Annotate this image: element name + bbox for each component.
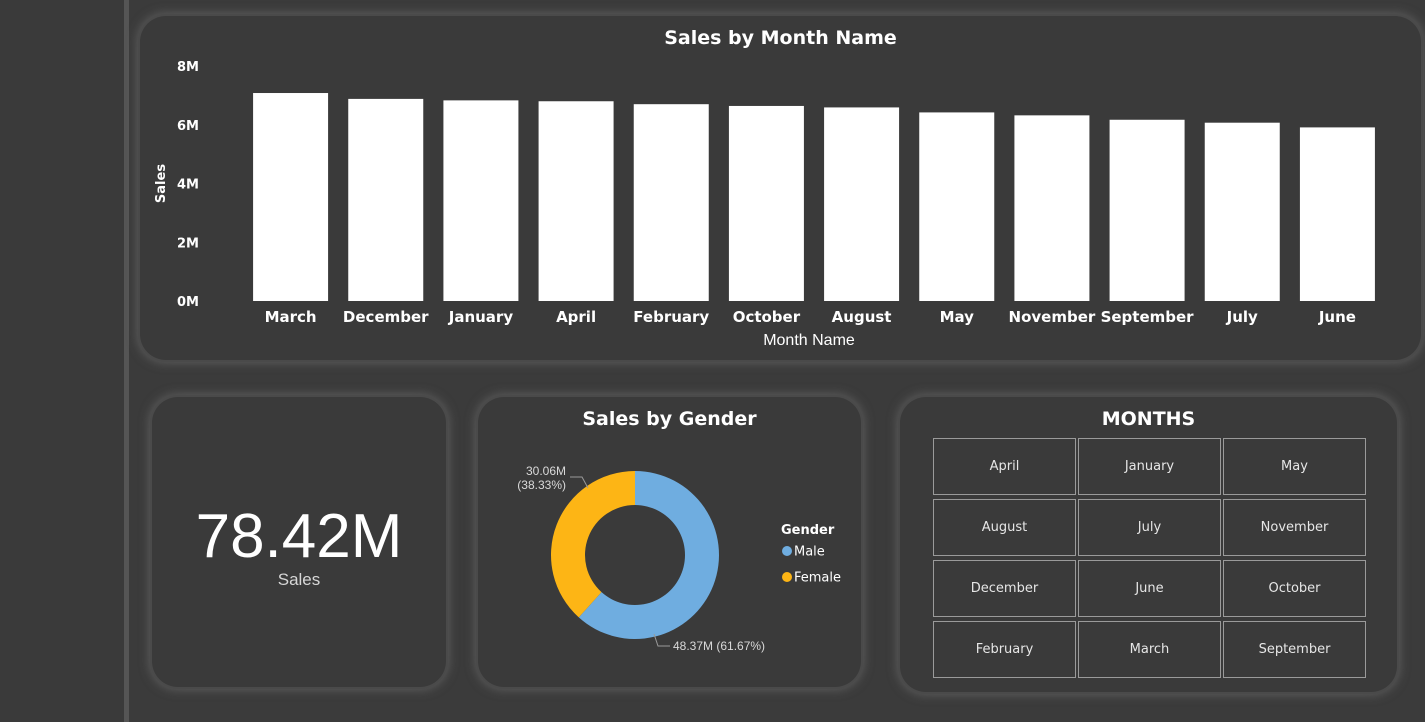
kpi-value: 78.42M bbox=[195, 502, 403, 571]
bar-april[interactable] bbox=[538, 101, 614, 301]
y-tick-label: 4M bbox=[177, 178, 199, 193]
slicer-item-may[interactable]: May bbox=[1223, 438, 1366, 495]
months-slicer: MONTHS April January May August July November… bbox=[900, 397, 1397, 692]
bar-july[interactable] bbox=[1204, 122, 1280, 301]
sales-kpi-card: 78.42M Sales bbox=[152, 397, 446, 687]
slicer-item-august[interactable]: August bbox=[933, 499, 1076, 556]
x-axis-title: Month Name bbox=[763, 332, 855, 349]
x-tick-label: February bbox=[633, 308, 709, 326]
male-data-label: 48.37M (61.67%) bbox=[673, 639, 765, 653]
donut-slice-female[interactable] bbox=[551, 471, 635, 618]
slicer-item-february[interactable]: February bbox=[933, 621, 1076, 678]
legend-title: Gender bbox=[781, 523, 835, 538]
slicer-item-july[interactable]: July bbox=[1078, 499, 1221, 556]
legend-label-male[interactable]: Male bbox=[794, 545, 825, 560]
donut-chart-svg: 48.37M (61.67%) 30.06M(38.33%) Gender Male F… bbox=[517, 464, 841, 653]
female-data-label-percent: (38.33%) bbox=[517, 478, 566, 492]
bar-may[interactable] bbox=[919, 112, 995, 301]
x-tick-label: October bbox=[733, 308, 801, 326]
female-data-label-value: 30.06M bbox=[526, 464, 566, 478]
x-tick-label: August bbox=[832, 308, 892, 326]
x-tick-label: July bbox=[1226, 308, 1258, 326]
slicer-item-april[interactable]: April bbox=[933, 438, 1076, 495]
slicer-grid: April January May August July November Decembe… bbox=[933, 438, 1366, 678]
x-tick-label: November bbox=[1009, 308, 1096, 326]
sidebar-divider bbox=[124, 0, 129, 722]
bar-september[interactable] bbox=[1109, 119, 1185, 301]
legend-marker-female[interactable] bbox=[782, 572, 792, 582]
sales-by-month-chart[interactable]: Sales by Month Name 0M 2M 4M 6M 8M Sales March… bbox=[140, 16, 1421, 360]
slicer-item-march[interactable]: March bbox=[1078, 621, 1221, 678]
slicer-item-january[interactable]: January bbox=[1078, 438, 1221, 495]
legend-label-female[interactable]: Female bbox=[794, 571, 841, 586]
bar-chart-svg: 0M 2M 4M 6M 8M Sales March December January April… bbox=[154, 60, 1375, 349]
slicer-title: MONTHS bbox=[1101, 408, 1196, 430]
y-tick-label: 2M bbox=[177, 236, 199, 251]
bar-december[interactable] bbox=[348, 98, 424, 302]
sales-by-gender-chart[interactable]: Sales by Gender 48.37M (61.67%) 30.06M (38… bbox=[478, 397, 861, 687]
bar-january[interactable] bbox=[443, 100, 519, 302]
x-tick-label: September bbox=[1101, 308, 1195, 326]
x-tick-label: April bbox=[556, 308, 596, 326]
x-tick-label: March bbox=[265, 308, 317, 326]
x-tick-label: January bbox=[448, 308, 514, 326]
x-tick-label: December bbox=[343, 308, 429, 326]
bar-october[interactable] bbox=[728, 105, 804, 301]
kpi-label: Sales bbox=[277, 570, 321, 589]
sidebar bbox=[0, 0, 124, 722]
bar-june[interactable] bbox=[1299, 127, 1375, 301]
y-axis-title: Sales bbox=[154, 164, 169, 203]
female-label-leader bbox=[570, 476, 589, 489]
slicer-item-november[interactable]: November bbox=[1223, 499, 1366, 556]
x-tick-label: June bbox=[1318, 308, 1356, 326]
bar-march[interactable] bbox=[253, 93, 329, 302]
bar-february[interactable] bbox=[633, 104, 709, 301]
legend-marker-male[interactable] bbox=[782, 546, 792, 556]
bar-august[interactable] bbox=[824, 107, 900, 301]
x-tick-label: May bbox=[940, 308, 975, 326]
slicer-item-september[interactable]: September bbox=[1223, 621, 1366, 678]
slicer-item-june[interactable]: June bbox=[1078, 560, 1221, 617]
y-tick-label: 6M bbox=[177, 119, 199, 134]
y-tick-label: 0M bbox=[177, 295, 199, 310]
slicer-item-october[interactable]: October bbox=[1223, 560, 1366, 617]
slicer-item-december[interactable]: December bbox=[933, 560, 1076, 617]
bar-november[interactable] bbox=[1014, 115, 1090, 301]
y-tick-label: 8M bbox=[177, 60, 199, 75]
